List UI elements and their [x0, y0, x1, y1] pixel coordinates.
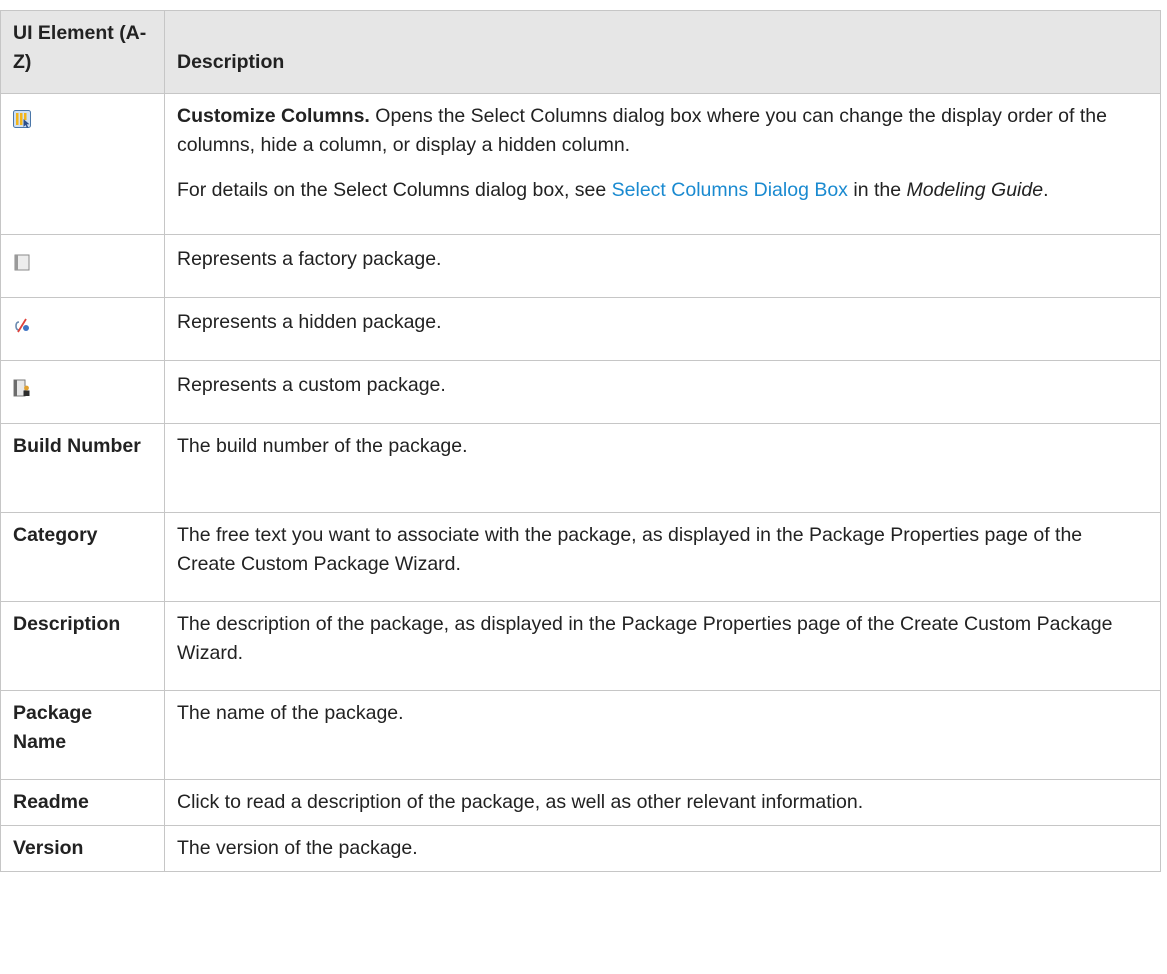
table-row: Package Name The name of the package.: [0, 690, 1161, 780]
description-cell: The free text you want to associate with…: [164, 512, 1161, 602]
description-cell: Represents a hidden package.: [164, 297, 1161, 361]
details-text: For details on the Select Columns dialog…: [177, 179, 612, 201]
select-columns-dialog-box-link[interactable]: Select Columns Dialog Box: [612, 179, 848, 201]
table-row: Description The description of the packa…: [0, 601, 1161, 691]
table-row: Version The version of the package.: [0, 825, 1161, 872]
table-row: Represents a hidden package.: [0, 297, 1161, 361]
description-cell: Customize Columns. Opens the Select Colu…: [164, 93, 1161, 235]
table-row: Represents a custom package.: [0, 360, 1161, 424]
details-text-middle: in the: [847, 179, 907, 201]
description-cell: The version of the package.: [164, 825, 1161, 872]
package-name-label: Package Name: [0, 690, 165, 780]
table-row: Build Number The build number of the pac…: [0, 423, 1161, 513]
description-cell: The name of the package.: [164, 690, 1161, 780]
build-number-label: Build Number: [0, 423, 165, 513]
element-cell: [0, 360, 165, 424]
table-row: Category The free text you want to assoc…: [0, 512, 1161, 602]
customize-columns-icon: [13, 108, 31, 128]
table-row: Readme Click to read a description of th…: [0, 779, 1161, 826]
table-header-row: UI Element (A-Z) Description: [0, 10, 1161, 94]
factory-package-icon: [13, 251, 31, 271]
readme-label: Readme: [0, 779, 165, 826]
description-cell: The build number of the package.: [164, 423, 1161, 513]
ui-elements-table: UI Element (A-Z) Description Customize C…: [0, 10, 1161, 872]
customize-columns-title: Customize Columns.: [177, 105, 370, 127]
table-row: Customize Columns. Opens the Select Colu…: [0, 93, 1161, 235]
element-cell: [0, 234, 165, 298]
table-row: Represents a factory package.: [0, 234, 1161, 298]
element-cell: [0, 93, 165, 235]
element-cell: [0, 297, 165, 361]
description-cell: The description of the package, as displ…: [164, 601, 1161, 691]
description-cell: Click to read a description of the packa…: [164, 779, 1161, 826]
details-text-end: .: [1043, 179, 1049, 201]
header-description: Description: [164, 10, 1161, 94]
category-label: Category: [0, 512, 165, 602]
description-cell: Represents a custom package.: [164, 360, 1161, 424]
description-label: Description: [0, 601, 165, 691]
header-ui-element: UI Element (A-Z): [0, 10, 165, 94]
version-label: Version: [0, 825, 165, 872]
modeling-guide-title: Modeling Guide: [906, 179, 1044, 201]
description-cell: Represents a factory package.: [164, 234, 1161, 298]
hidden-package-icon: [13, 314, 31, 333]
custom-package-icon: [13, 377, 31, 397]
